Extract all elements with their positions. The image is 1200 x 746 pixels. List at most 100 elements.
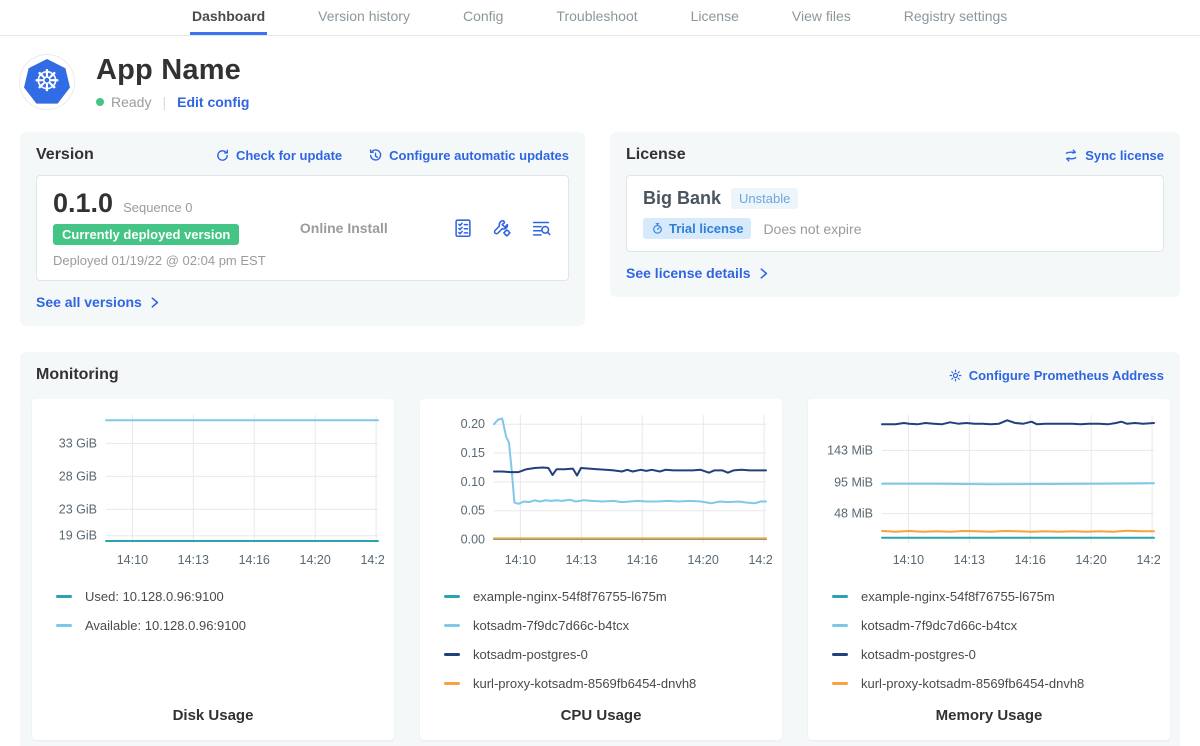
chart-legend: Used: 10.128.0.96:9100 Available: 10.128.… [56, 589, 384, 647]
y-tick-label: 0.15 [461, 446, 485, 460]
chart-legend: example-nginx-54f8f76755-l675m kotsadm-7f… [832, 589, 1160, 705]
license-panel: License Sync license Big Bank Unstable [610, 132, 1180, 297]
chart-title: CPU Usage [430, 707, 772, 724]
legend-dash-icon [444, 595, 460, 598]
legend-item: example-nginx-54f8f76755-l675m [444, 589, 772, 604]
legend-dash-icon [832, 624, 848, 627]
legend-item: Available: 10.128.0.96:9100 [56, 618, 384, 633]
current-version-card: 0.1.0 Sequence 0 Currently deployed vers… [36, 175, 569, 281]
legend-item: kurl-proxy-kotsadm-8569fb6454-dnvh8 [832, 676, 1160, 691]
charts-row: 14:10 14:13 14:16 14:20 14:23 19 GiB 23 GiB 28 … [32, 399, 1168, 740]
legend-label: example-nginx-54f8f76755-l675m [473, 589, 667, 604]
license-expiry: Does not expire [763, 221, 861, 237]
y-tick-label: 95 MiB [834, 475, 873, 489]
legend-label: example-nginx-54f8f76755-l675m [861, 589, 1055, 604]
license-panel-title: License [626, 146, 686, 164]
legend-label: kotsadm-7f9dc7d66c-b4tcx [473, 618, 629, 633]
legend-dash-icon [56, 624, 72, 627]
legend-label: kurl-proxy-kotsadm-8569fb6454-dnvh8 [861, 676, 1084, 691]
x-tick-label: 14:13 [954, 553, 985, 567]
x-tick-label: 14:20 [688, 553, 719, 567]
stopwatch-icon [651, 222, 664, 235]
series-line [882, 531, 1154, 532]
page-title: App Name [96, 54, 249, 87]
legend-item: kotsadm-postgres-0 [444, 647, 772, 662]
version-number: 0.1.0 [53, 188, 113, 219]
refresh-icon [215, 148, 230, 163]
version-panel: Version Check for update Configure autom… [20, 132, 585, 326]
legend-label: Used: 10.128.0.96:9100 [85, 589, 224, 604]
y-tick-label: 0.00 [461, 533, 485, 547]
edit-config-wrench-icon[interactable] [491, 217, 513, 239]
legend-item: kotsadm-postgres-0 [832, 647, 1160, 662]
divider: | [162, 94, 166, 110]
x-tick-label: 14:13 [178, 553, 209, 567]
tab-registry-settings[interactable]: Registry settings [902, 0, 1009, 35]
x-tick-label: 14:16 [1015, 553, 1046, 567]
edit-config-link[interactable]: Edit config [177, 94, 249, 110]
y-tick-label: 0.20 [461, 417, 485, 431]
license-card: Big Bank Unstable Trial license Does not… [626, 175, 1164, 252]
chart-card-memory-usage: 14:1014:1314:1614:2014:2348 MiB95 MiB143… [808, 399, 1170, 740]
tab-view-files[interactable]: View files [790, 0, 853, 35]
configure-prometheus-link[interactable]: Configure Prometheus Address [948, 368, 1164, 383]
x-tick-label: 14:20 [300, 553, 331, 567]
legend-label: kotsadm-postgres-0 [861, 647, 976, 662]
x-tick-label: 14:10 [505, 553, 536, 567]
legend-item: kurl-proxy-kotsadm-8569fb6454-dnvh8 [444, 676, 772, 691]
deployed-timestamp: Deployed 01/19/22 @ 02:04 pm EST [53, 253, 266, 268]
y-tick-label: 143 MiB [827, 443, 873, 457]
legend-label: kotsadm-7f9dc7d66c-b4tcx [861, 618, 1017, 633]
legend-dash-icon [832, 682, 848, 685]
x-tick-label: 14:16 [627, 553, 658, 567]
version-panel-title: Version [36, 146, 94, 164]
legend-item: Used: 10.128.0.96:9100 [56, 589, 384, 604]
legend-item: kotsadm-7f9dc7d66c-b4tcx [832, 618, 1160, 633]
preflight-checks-icon[interactable] [452, 217, 474, 239]
tab-config[interactable]: Config [461, 0, 505, 35]
top-nav: Dashboard Version history Config Troublesho… [0, 0, 1200, 36]
sync-license-link[interactable]: Sync license [1063, 148, 1164, 163]
chart-card-disk-usage: 14:1014:1314:1614:2014:2319 GiB23 GiB28 … [32, 399, 394, 740]
see-license-details-link[interactable]: See license details [626, 265, 770, 281]
trial-license-badge: Trial license [643, 218, 751, 239]
chart-card-cpu-usage: 14:1014:1314:1614:2014:230.000.050.100.1… [420, 399, 782, 740]
view-logs-icon[interactable] [530, 217, 552, 239]
license-name: Big Bank [643, 188, 721, 209]
chart-plot: 14:1014:1314:1614:2014:2348 MiB95 MiB143… [818, 407, 1160, 575]
x-tick-label: 14:23 [1136, 553, 1160, 567]
tab-version-history[interactable]: Version history [316, 0, 412, 35]
deployed-badge: Currently deployed version [53, 224, 239, 245]
x-tick-label: 14:13 [566, 553, 597, 567]
version-sequence: Sequence 0 [123, 200, 192, 215]
chart-title: Memory Usage [818, 707, 1160, 724]
configure-automatic-updates-link[interactable]: Configure automatic updates [368, 148, 569, 163]
x-tick-label: 14:16 [239, 553, 270, 567]
tab-dashboard[interactable]: Dashboard [190, 0, 267, 35]
see-all-versions-link[interactable]: See all versions [36, 294, 161, 310]
y-tick-label: 23 GiB [59, 502, 97, 516]
legend-item: example-nginx-54f8f76755-l675m [832, 589, 1160, 604]
chart-title: Disk Usage [42, 707, 384, 724]
chart-plot: 14:1014:1314:1614:2014:2319 GiB23 GiB28 … [42, 407, 384, 575]
install-type: Online Install [300, 220, 388, 236]
series-line [494, 419, 766, 504]
check-for-update-link[interactable]: Check for update [215, 148, 342, 163]
y-tick-label: 28 GiB [59, 469, 97, 483]
chart-plot: 14:1014:1314:1614:2014:230.000.050.100.1… [430, 407, 772, 575]
monitoring-title: Monitoring [36, 366, 119, 384]
y-tick-label: 33 GiB [59, 436, 97, 450]
y-tick-label: 19 GiB [59, 529, 97, 543]
x-tick-label: 14:10 [893, 553, 924, 567]
series-line [494, 468, 766, 476]
tab-troubleshoot[interactable]: Troubleshoot [554, 0, 639, 35]
y-tick-label: 0.10 [461, 475, 485, 489]
legend-label: kotsadm-postgres-0 [473, 647, 588, 662]
legend-label: Available: 10.128.0.96:9100 [85, 618, 246, 633]
tab-license[interactable]: License [689, 0, 741, 35]
x-tick-label: 14:20 [1076, 553, 1107, 567]
y-tick-label: 0.05 [461, 504, 485, 518]
app-header: ☸ App Name Ready | Edit config [0, 36, 1200, 120]
kubernetes-icon: ☸ [24, 59, 70, 105]
legend-dash-icon [832, 595, 848, 598]
